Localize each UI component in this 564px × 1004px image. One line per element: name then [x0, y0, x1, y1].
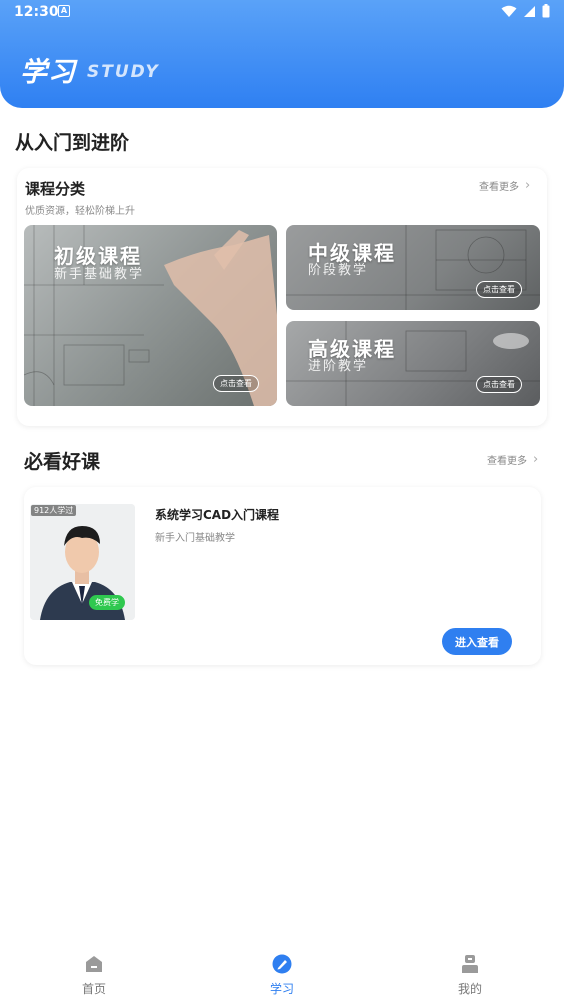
chevron-right-icon: › [525, 178, 531, 193]
nav-item-study[interactable]: 学习 [242, 954, 322, 997]
recommend-more-link[interactable]: 查看更多 › [487, 452, 538, 467]
tile-advanced-view-button[interactable]: 点击查看 [476, 376, 522, 393]
nav-label-home: 首页 [81, 982, 106, 996]
tile-beginner-view-button[interactable]: 点击查看 [213, 375, 259, 392]
tile-advanced-desc: 进阶教学 [308, 359, 369, 374]
nav-label-study: 学习 [269, 982, 294, 996]
course-title: 系统学习CAD入门课程 [155, 508, 280, 522]
header-title: 学习 [20, 57, 76, 88]
battery-icon [542, 4, 550, 18]
course-thumbnail[interactable]: 912人学过 免费学 [30, 504, 135, 620]
tile-beginner-course[interactable]: 初级课程 新手基础教学 点击查看 [24, 225, 277, 406]
free-tag: 免费学 [89, 595, 125, 610]
category-title: 课程分类 [25, 180, 86, 198]
tile-advanced-course[interactable]: 高级课程 进阶教学 点击查看 [286, 321, 540, 406]
category-subtitle: 优质资源，轻松阶梯上升 [25, 206, 135, 217]
more-label: 查看更多 [487, 456, 527, 467]
header-subtitle: STUDY [87, 62, 160, 82]
nav-label-mine: 我的 [457, 982, 482, 996]
course-card[interactable]: 912人学过 免费学 系统学习CAD入门课程 新手入门基础教学 进入查看 [24, 487, 541, 665]
status-icons [501, 4, 550, 18]
nav-item-home[interactable]: 首页 [54, 954, 134, 997]
notification-icon: A [58, 5, 70, 17]
app-header: 12:30 A 学习 STUDY [0, 0, 564, 108]
signal-icon [524, 5, 535, 17]
home-icon [86, 956, 102, 972]
course-subtitle: 新手入门基础教学 [155, 533, 235, 544]
category-more-link[interactable]: 查看更多 › [479, 178, 530, 193]
category-card: 课程分类 优质资源，轻松阶梯上升 查看更多 › 初级课程 新手基础教学 点击查看 [17, 168, 547, 426]
more-label: 查看更多 [479, 182, 519, 193]
status-time: 12:30 [14, 4, 59, 20]
profile-icon [462, 955, 478, 973]
section-title: 从入门到进阶 [15, 132, 130, 154]
wifi-icon [501, 5, 517, 17]
enter-view-button[interactable]: 进入查看 [442, 628, 512, 655]
recommend-title: 必看好课 [24, 451, 101, 473]
status-bar: 12:30 A [0, 0, 564, 24]
tile-intermediate-course[interactable]: 中级课程 阶段教学 点击查看 [286, 225, 540, 310]
learned-count-badge: 912人学过 [31, 505, 77, 516]
study-icon [272, 954, 292, 974]
bottom-nav: 首页 学习 我的 [0, 948, 564, 1004]
nav-item-mine[interactable]: 我的 [430, 954, 510, 997]
chevron-right-icon: › [533, 452, 539, 467]
tile-beginner-desc: 新手基础教学 [54, 267, 145, 282]
tile-intermediate-view-button[interactable]: 点击查看 [476, 281, 522, 298]
tile-intermediate-desc: 阶段教学 [308, 263, 369, 278]
